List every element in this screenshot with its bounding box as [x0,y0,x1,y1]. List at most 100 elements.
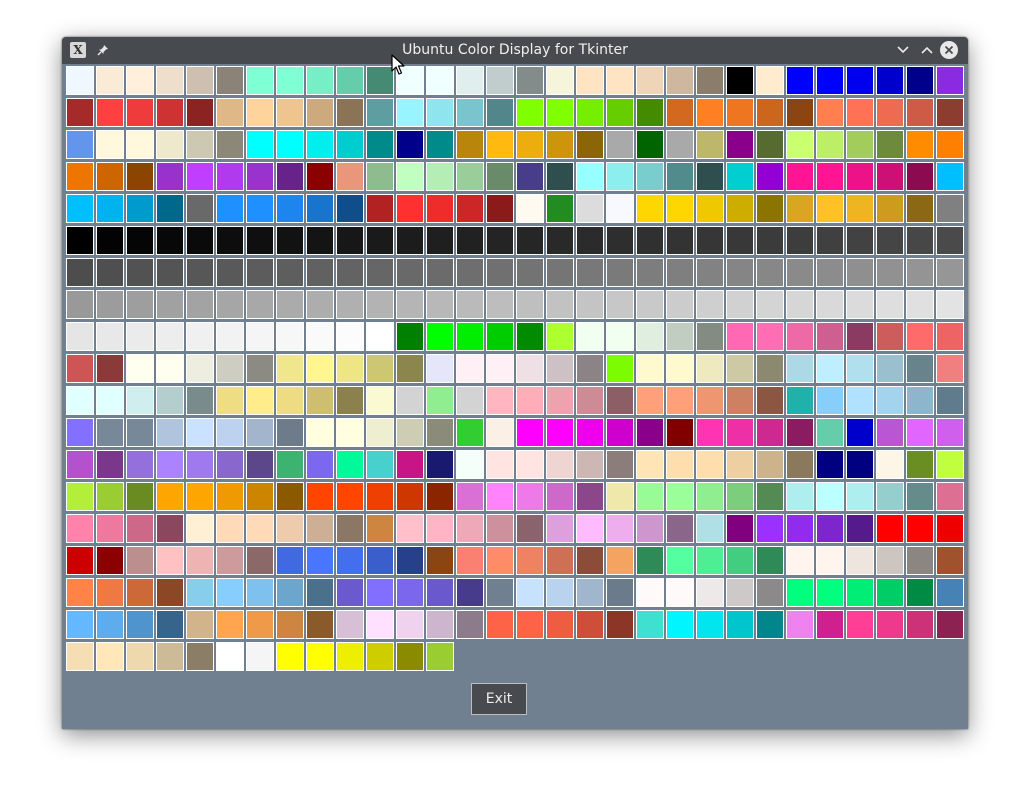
color-swatch[interactable] [906,354,934,383]
color-swatch[interactable] [846,98,874,127]
color-swatch[interactable] [426,546,454,575]
color-swatch[interactable] [876,322,904,351]
color-swatch[interactable] [636,546,664,575]
color-swatch[interactable] [456,354,484,383]
color-swatch[interactable] [546,546,574,575]
color-swatch[interactable] [126,322,154,351]
color-swatch[interactable] [726,290,754,319]
color-swatch[interactable] [876,546,904,575]
color-swatch[interactable] [156,482,184,511]
color-swatch[interactable] [396,290,424,319]
color-swatch[interactable] [726,322,754,351]
color-swatch[interactable] [156,642,184,671]
color-swatch[interactable] [246,610,274,639]
color-swatch[interactable] [666,610,694,639]
color-swatch[interactable] [636,194,664,223]
maximize-button[interactable] [918,41,936,59]
color-swatch[interactable] [726,194,754,223]
color-swatch[interactable] [96,578,124,607]
color-swatch[interactable] [126,450,154,479]
color-swatch[interactable] [666,290,694,319]
color-swatch[interactable] [906,450,934,479]
color-swatch[interactable] [726,514,754,543]
color-swatch[interactable] [696,290,724,319]
color-swatch[interactable] [276,546,304,575]
color-swatch[interactable] [516,290,544,319]
color-swatch[interactable] [666,386,694,415]
color-swatch[interactable] [246,290,274,319]
color-swatch[interactable] [306,322,334,351]
color-swatch[interactable] [246,354,274,383]
color-swatch[interactable] [396,418,424,447]
color-swatch[interactable] [696,322,724,351]
color-swatch[interactable] [96,514,124,543]
color-swatch[interactable] [216,514,244,543]
color-swatch[interactable] [786,354,814,383]
color-swatch[interactable] [636,290,664,319]
color-swatch[interactable] [576,450,604,479]
color-swatch[interactable] [876,354,904,383]
color-swatch[interactable] [876,578,904,607]
color-swatch[interactable] [96,130,124,159]
color-swatch[interactable] [666,354,694,383]
color-swatch[interactable] [906,258,934,287]
color-swatch[interactable] [96,194,124,223]
color-swatch[interactable] [816,98,844,127]
color-swatch[interactable] [546,290,574,319]
color-swatch[interactable] [306,610,334,639]
color-swatch[interactable] [396,194,424,223]
color-swatch[interactable] [816,354,844,383]
color-swatch[interactable] [336,258,364,287]
color-swatch[interactable] [576,610,604,639]
color-swatch[interactable] [756,610,784,639]
color-swatch[interactable] [186,226,214,255]
color-swatch[interactable] [516,354,544,383]
color-swatch[interactable] [456,418,484,447]
color-swatch[interactable] [666,322,694,351]
color-swatch[interactable] [96,98,124,127]
color-swatch[interactable] [426,322,454,351]
color-swatch[interactable] [756,258,784,287]
color-swatch[interactable] [216,578,244,607]
color-swatch[interactable] [96,546,124,575]
color-swatch[interactable] [396,514,424,543]
color-swatch[interactable] [546,130,574,159]
color-swatch[interactable] [186,66,214,95]
color-swatch[interactable] [576,354,604,383]
color-swatch[interactable] [606,290,634,319]
color-swatch[interactable] [726,578,754,607]
color-swatch[interactable] [666,514,694,543]
color-swatch[interactable] [936,386,964,415]
color-swatch[interactable] [306,642,334,671]
color-swatch[interactable] [876,258,904,287]
color-swatch[interactable] [366,290,394,319]
color-swatch[interactable] [816,66,844,95]
color-swatch[interactable] [276,610,304,639]
color-swatch[interactable] [636,482,664,511]
color-swatch[interactable] [366,610,394,639]
color-swatch[interactable] [426,386,454,415]
color-swatch[interactable] [456,194,484,223]
color-swatch[interactable] [486,418,514,447]
color-swatch[interactable] [486,514,514,543]
color-swatch[interactable] [216,450,244,479]
color-swatch[interactable] [156,546,184,575]
color-swatch[interactable] [486,322,514,351]
color-swatch[interactable] [96,386,124,415]
color-swatch[interactable] [516,610,544,639]
color-swatch[interactable] [696,482,724,511]
color-swatch[interactable] [306,130,334,159]
color-swatch[interactable] [96,482,124,511]
color-swatch[interactable] [366,162,394,191]
color-swatch[interactable] [426,258,454,287]
color-swatch[interactable] [516,578,544,607]
color-swatch[interactable] [216,258,244,287]
color-swatch[interactable] [606,258,634,287]
color-swatch[interactable] [576,130,604,159]
color-swatch[interactable] [96,66,124,95]
color-swatch[interactable] [456,322,484,351]
color-swatch[interactable] [546,418,574,447]
color-swatch[interactable] [336,642,364,671]
color-swatch[interactable] [396,162,424,191]
color-swatch[interactable] [696,578,724,607]
